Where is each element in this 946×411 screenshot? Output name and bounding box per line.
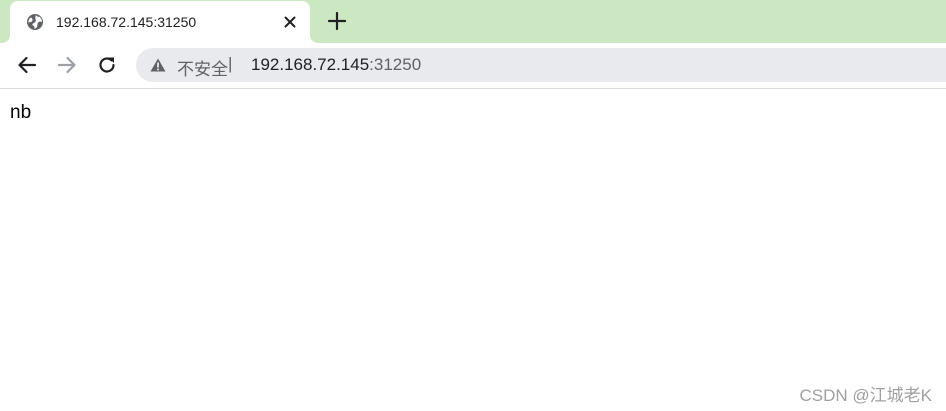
- url-host: 192.168.72.145: [251, 55, 370, 74]
- globe-icon: [27, 14, 43, 30]
- address-bar[interactable]: 不安全 | 192.168.72.145:31250: [136, 48, 946, 82]
- omnibox-divider: |: [228, 54, 233, 73]
- tab-strip: 192.168.72.145:31250: [0, 0, 946, 43]
- browser-toolbar: 不安全 | 192.168.72.145:31250: [0, 43, 946, 89]
- close-icon[interactable]: [280, 12, 300, 32]
- url-text[interactable]: 192.168.72.145:31250: [251, 55, 421, 75]
- url-port: :31250: [369, 55, 422, 74]
- tab-curve-right: [310, 35, 318, 43]
- new-tab-icon[interactable]: [326, 10, 348, 32]
- reload-icon[interactable]: [96, 54, 118, 76]
- arrow-left-icon[interactable]: [16, 54, 38, 76]
- security-label[interactable]: 不安全: [177, 55, 228, 80]
- arrow-right-icon[interactable]: [56, 54, 78, 76]
- tab-title: 192.168.72.145:31250: [56, 14, 197, 30]
- browser-tab[interactable]: 192.168.72.145:31250: [2, 1, 318, 43]
- warning-triangle-icon[interactable]: [150, 58, 166, 72]
- page-body-text: nb: [10, 102, 32, 123]
- watermark: CSDN @江城老K: [799, 386, 933, 405]
- tab-curve-left: [2, 35, 10, 43]
